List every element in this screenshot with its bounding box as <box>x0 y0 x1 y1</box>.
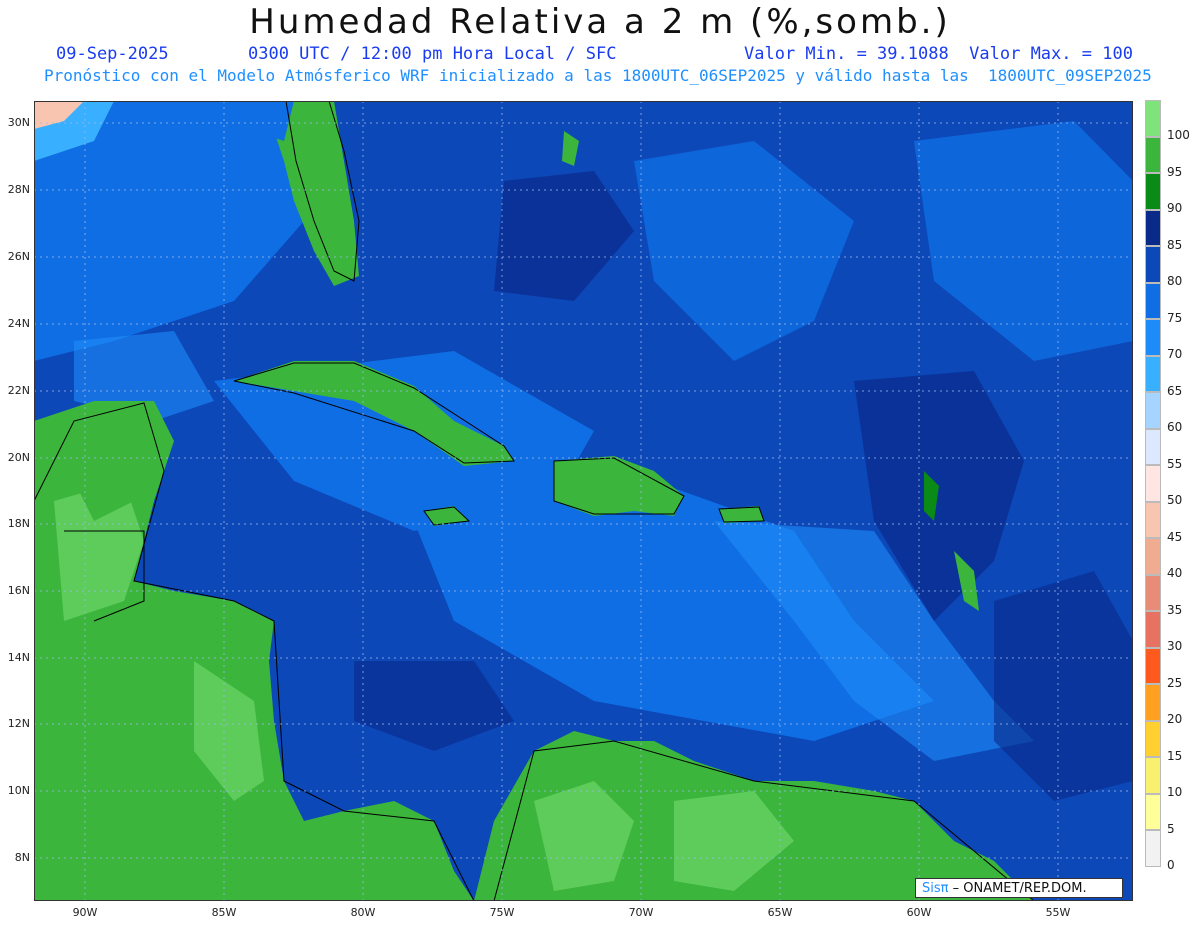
lat-label-14n: 14N <box>7 651 30 664</box>
legend-swatch <box>1145 173 1161 210</box>
legend-label: 25 <box>1167 675 1183 690</box>
legend-label: 100 <box>1167 128 1190 142</box>
legend-swatch <box>1145 282 1161 319</box>
legend-swatch <box>1145 501 1161 538</box>
legend-swatch <box>1145 392 1161 429</box>
legend-label: 80 <box>1167 274 1183 288</box>
lat-label-26n: 26N <box>7 250 30 263</box>
lat-label-12n: 12N <box>7 717 30 730</box>
legend-swatch <box>1145 830 1161 867</box>
lat-label-30n: 30N <box>7 116 30 129</box>
legend-label: 55 <box>1167 456 1183 471</box>
lat-label-28n: 28N <box>7 183 30 196</box>
legend-swatch <box>1145 465 1161 502</box>
legend-swatch <box>1145 757 1161 794</box>
legend-swatch <box>1145 100 1161 137</box>
lat-label-20n: 20N <box>7 451 30 464</box>
legend-swatch <box>1145 246 1161 283</box>
valid-date: 09-Sep-2025 <box>56 44 169 64</box>
map-title: Humedad Relativa a 2 m (%,somb.) <box>249 2 951 42</box>
legend-label: 35 <box>1167 602 1183 617</box>
legend-label: 20 <box>1167 712 1183 726</box>
lat-label-16n: 16N <box>7 584 30 597</box>
legend-label: 15 <box>1167 748 1183 763</box>
lat-label-8n: 8N <box>14 851 30 864</box>
legend-label: 10 <box>1167 785 1183 799</box>
lon-label-85w: 85W <box>211 906 237 919</box>
legend-label: 0 <box>1167 858 1175 872</box>
legend-swatch <box>1145 209 1161 246</box>
credit-box: Sisπ – ONAMET/REP.DOM. <box>915 878 1123 898</box>
legend-swatch <box>1145 538 1161 575</box>
valid-time: 0300 UTC / 12:00 pm Hora Local / SFC <box>248 44 617 64</box>
lon-label-55w: 55W <box>1045 906 1071 919</box>
legend-label: 95 <box>1167 164 1183 179</box>
legend-swatch <box>1145 574 1161 611</box>
legend-label: 30 <box>1167 639 1183 653</box>
lat-label-22n: 22N <box>7 384 30 397</box>
map-canvas <box>34 101 1133 901</box>
legend-swatch <box>1145 611 1161 648</box>
lat-label-24n: 24N <box>7 317 30 330</box>
legend-swatch <box>1145 355 1161 392</box>
lon-label-90w: 90W <box>72 906 98 919</box>
lon-label-80w: 80W <box>350 906 376 919</box>
legend-swatch <box>1145 684 1161 721</box>
legend-swatch <box>1145 319 1161 356</box>
lat-label-10n: 10N <box>7 784 30 797</box>
humidity-map <box>34 101 1133 901</box>
lon-label-60w: 60W <box>906 906 932 919</box>
lon-label-65w: 65W <box>767 906 793 919</box>
legend-label: 50 <box>1167 493 1183 507</box>
legend-label: 45 <box>1167 529 1183 544</box>
lon-label-75w: 75W <box>489 906 515 919</box>
legend-label: 5 <box>1167 821 1175 836</box>
lon-label-70w: 70W <box>628 906 654 919</box>
legend-label: 65 <box>1167 383 1183 398</box>
legend-swatch <box>1145 793 1161 830</box>
credit-brand: Sisπ <box>922 881 949 896</box>
credit-text: – ONAMET/REP.DOM. <box>952 881 1087 896</box>
color-legend <box>1145 100 1161 867</box>
legend-swatch <box>1145 428 1161 465</box>
legend-swatch <box>1145 720 1161 757</box>
legend-label: 40 <box>1167 566 1183 580</box>
legend-swatch <box>1145 647 1161 684</box>
lat-label-18n: 18N <box>7 517 30 530</box>
legend-label: 60 <box>1167 420 1183 434</box>
min-max-values: Valor Min. = 39.1088 Valor Max. = 100 <box>744 44 1133 64</box>
legend-swatch <box>1145 136 1161 173</box>
legend-label: 90 <box>1167 201 1183 215</box>
legend-label: 70 <box>1167 347 1183 361</box>
forecast-info: Pronóstico con el Modelo Atmósferico WRF… <box>44 66 1152 85</box>
legend-label: 85 <box>1167 237 1183 252</box>
legend-label: 75 <box>1167 310 1183 325</box>
